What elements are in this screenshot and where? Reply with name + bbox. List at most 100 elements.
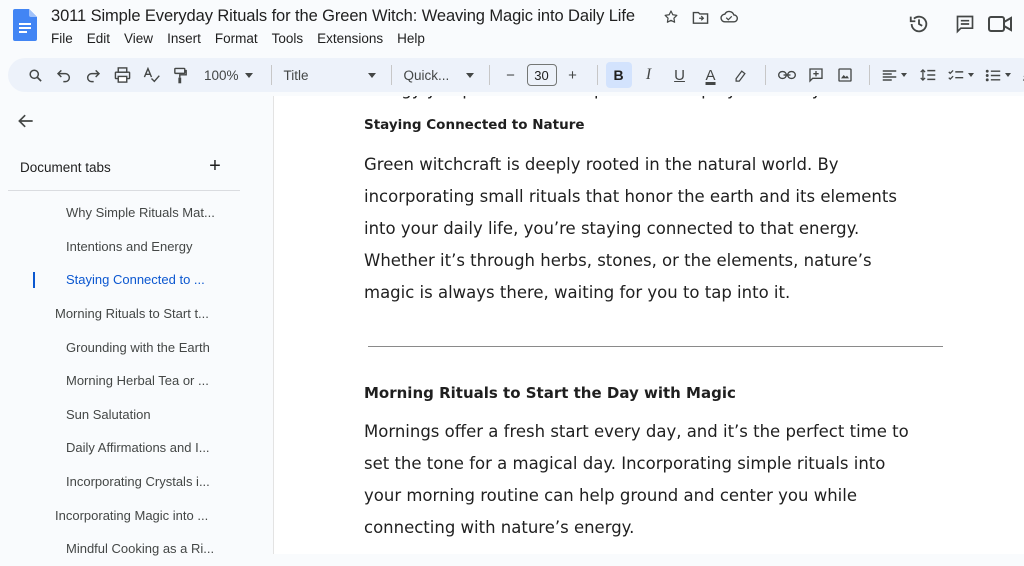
decrease-font-size-button[interactable]: − bbox=[498, 62, 524, 88]
menu-format[interactable]: Format bbox=[215, 31, 264, 46]
outline-item-label: Grounding with the Earth bbox=[66, 339, 210, 355]
paragraph-line: Whether it’s through herbs, stones, or t… bbox=[364, 251, 872, 270]
paragraph: Mornings offer a fresh start every day, … bbox=[364, 416, 954, 544]
outline-item-label: Morning Rituals to Start t... bbox=[55, 306, 209, 322]
paragraph-style-select[interactable]: Title bbox=[280, 62, 380, 88]
font-caret-icon bbox=[465, 72, 474, 78]
insert-image-icon[interactable] bbox=[832, 62, 858, 88]
comments-icon[interactable] bbox=[942, 9, 988, 39]
font-size-value[interactable]: 30 bbox=[526, 64, 557, 86]
paragraph-line: connecting with nature’s energy. bbox=[364, 518, 635, 537]
bulleted-list-icon[interactable] bbox=[981, 62, 1015, 88]
outline-item[interactable]: Mindful Cooking as a Ri... bbox=[0, 532, 274, 566]
sidebar-divider bbox=[8, 190, 240, 191]
insert-link-icon[interactable] bbox=[774, 62, 800, 88]
menu-bar: File Edit View Insert Format Tools Exten… bbox=[51, 31, 439, 46]
paragraph-line: Green witchcraft is deeply rooted in the… bbox=[364, 155, 839, 174]
paragraph-line: your morning routine can help ground and… bbox=[364, 486, 857, 505]
outline-item-label: Intentions and Energy bbox=[66, 238, 193, 254]
paragraph-style-value: Title bbox=[283, 67, 309, 83]
style-caret-icon bbox=[367, 72, 376, 78]
meet-video-icon[interactable] bbox=[988, 9, 1024, 39]
paint-format-icon[interactable] bbox=[167, 62, 193, 88]
zoom-caret-icon bbox=[244, 72, 253, 78]
back-arrow-icon[interactable] bbox=[16, 111, 36, 131]
print-icon[interactable] bbox=[109, 62, 135, 88]
redo-icon[interactable] bbox=[80, 62, 106, 88]
outline-item[interactable]: Incorporating Magic into ... bbox=[0, 498, 274, 532]
underline-button[interactable]: U bbox=[666, 62, 694, 88]
menu-file[interactable]: File bbox=[51, 31, 79, 46]
title-bar: 3011 Simple Everyday Rituals for the Gre… bbox=[0, 0, 1024, 56]
line-spacing-icon[interactable] bbox=[915, 62, 941, 88]
document-page[interactable]: energy you put out has the power to shap… bbox=[274, 96, 1024, 554]
document-body[interactable]: energy you put out has the power to shap… bbox=[364, 96, 954, 544]
menu-edit[interactable]: Edit bbox=[87, 31, 116, 46]
align-left-icon[interactable] bbox=[878, 62, 912, 88]
document-outline-sidebar: Document tabs + Why Simple Rituals Mat..… bbox=[0, 96, 274, 556]
numbered-list-icon[interactable] bbox=[1018, 62, 1024, 88]
font-family-value: Quick... bbox=[403, 67, 450, 83]
outline-item[interactable]: Daily Affirmations and I... bbox=[0, 431, 274, 465]
menu-extensions[interactable]: Extensions bbox=[317, 31, 389, 46]
outline-list: Why Simple Rituals Mat... Intentions and… bbox=[0, 196, 274, 566]
active-indicator bbox=[33, 272, 35, 289]
checklist-icon[interactable] bbox=[944, 62, 978, 88]
add-tab-button[interactable]: + bbox=[205, 155, 225, 177]
move-folder-icon[interactable] bbox=[689, 7, 711, 27]
font-family-select[interactable]: Quick... bbox=[400, 62, 478, 88]
paragraph-line: magic is always there, waiting for you t… bbox=[364, 283, 791, 302]
outline-item[interactable]: Morning Herbal Tea or ... bbox=[0, 364, 274, 398]
text-color-button[interactable]: A bbox=[697, 62, 725, 88]
toolbar-divider bbox=[390, 65, 392, 85]
outline-item[interactable]: Why Simple Rituals Mat... bbox=[0, 196, 274, 230]
outline-item-label: Staying Connected to ... bbox=[66, 272, 205, 288]
menu-view[interactable]: View bbox=[124, 31, 159, 46]
document-tabs-title: Document tabs bbox=[20, 160, 111, 175]
outline-item-label: Sun Salutation bbox=[66, 406, 151, 422]
spelling-check-icon[interactable] bbox=[138, 62, 164, 88]
paragraph-line: into your daily life, you’re staying con… bbox=[364, 219, 860, 238]
section-heading: Morning Rituals to Start the Day with Ma… bbox=[364, 384, 736, 402]
docs-logo-icon[interactable] bbox=[13, 9, 37, 41]
section-heading: Staying Connected to Nature bbox=[364, 117, 585, 133]
toolbar-divider bbox=[764, 65, 766, 85]
menu-tools[interactable]: Tools bbox=[272, 31, 310, 46]
outline-item[interactable]: Sun Salutation bbox=[0, 398, 274, 432]
version-history-icon[interactable] bbox=[896, 9, 942, 39]
zoom-select[interactable]: 100% bbox=[204, 62, 253, 88]
menu-help[interactable]: Help bbox=[397, 31, 431, 46]
outline-item-label: Why Simple Rituals Mat... bbox=[66, 205, 215, 221]
toolbar-divider bbox=[488, 65, 490, 85]
outline-item-label: Incorporating Crystals i... bbox=[66, 474, 210, 490]
formatting-toolbar: 100% Title Quick... − 30 + B I U A bbox=[8, 58, 1024, 92]
add-comment-icon[interactable] bbox=[803, 62, 829, 88]
paragraph-line: incorporating small rituals that honor t… bbox=[364, 187, 897, 206]
outline-item[interactable]: Incorporating Crystals i... bbox=[0, 465, 274, 499]
outline-item-label: Incorporating Magic into ... bbox=[55, 507, 209, 523]
increase-font-size-button[interactable]: + bbox=[560, 62, 586, 88]
zoom-value: 100% bbox=[204, 67, 239, 83]
outline-item-active[interactable]: Staying Connected to ... bbox=[0, 263, 274, 297]
search-menus-icon[interactable] bbox=[22, 62, 48, 88]
undo-icon[interactable] bbox=[51, 62, 77, 88]
star-icon[interactable] bbox=[660, 7, 682, 27]
document-title[interactable]: 3011 Simple Everyday Rituals for the Gre… bbox=[51, 7, 635, 26]
paragraph-line: energy you put out has the power to shap… bbox=[364, 96, 954, 106]
outline-item-label: Morning Herbal Tea or ... bbox=[66, 373, 209, 389]
outline-item[interactable]: Grounding with the Earth bbox=[0, 330, 274, 364]
menu-insert[interactable]: Insert bbox=[167, 31, 207, 46]
highlight-color-icon[interactable] bbox=[728, 62, 754, 88]
outline-item[interactable]: Intentions and Energy bbox=[0, 230, 274, 264]
cloud-status-icon[interactable] bbox=[718, 7, 740, 27]
outline-item[interactable]: Morning Rituals to Start t... bbox=[0, 297, 274, 331]
toolbar-divider bbox=[868, 65, 870, 85]
italic-button[interactable]: I bbox=[635, 62, 663, 88]
font-size-field[interactable]: 30 bbox=[526, 62, 557, 88]
bold-button[interactable]: B bbox=[605, 62, 632, 88]
outline-item-label: Daily Affirmations and I... bbox=[66, 440, 210, 456]
horizontal-rule bbox=[368, 346, 943, 347]
paragraph-line: Mornings offer a fresh start every day, … bbox=[364, 422, 909, 441]
toolbar-divider bbox=[270, 65, 272, 85]
paragraph: Green witchcraft is deeply rooted in the… bbox=[364, 149, 954, 309]
